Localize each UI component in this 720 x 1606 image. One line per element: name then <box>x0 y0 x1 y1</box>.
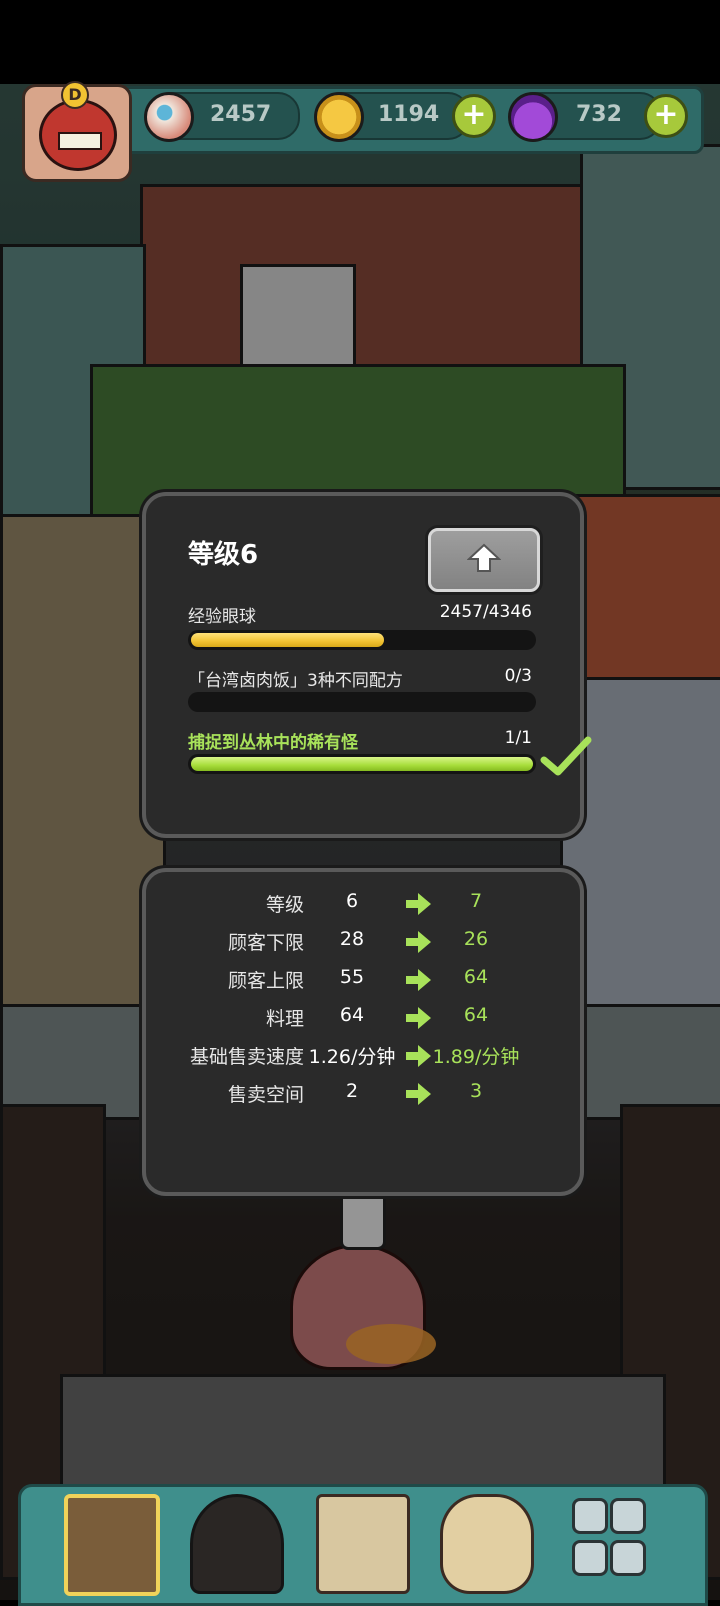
stat-current: 6 <box>345 890 359 912</box>
requirement-value-exp: 2457/4346 <box>439 602 532 622</box>
exp-progress-bar <box>188 630 536 650</box>
arrow-right-icon <box>406 931 431 953</box>
monster-avatar-icon <box>39 99 117 171</box>
stat-next: 64 <box>463 1004 489 1026</box>
add-potion-button[interactable]: + <box>644 94 688 138</box>
arrow-right-icon <box>406 1045 431 1067</box>
stat-name: 顾客下限 <box>227 932 304 954</box>
arrow-right-icon <box>406 1083 431 1105</box>
rank-badge: D <box>61 81 89 109</box>
arrow-right-icon <box>406 893 431 915</box>
level-title: 等级6 <box>188 540 259 570</box>
stat-row: 等级 6 7 <box>146 886 580 922</box>
coin-value: 1194 <box>378 102 440 127</box>
stat-name: 等级 <box>265 894 304 916</box>
requirement-value-rare-monster: 1/1 <box>504 728 532 748</box>
monster-icon[interactable] <box>190 1494 284 1594</box>
upload-arrow-icon <box>467 543 501 572</box>
stat-current: 2 <box>345 1080 359 1102</box>
stat-current: 64 <box>339 1004 365 1026</box>
stat-next: 3 <box>469 1080 483 1102</box>
potion-icon <box>508 92 558 142</box>
requirement-label-rare-monster: 捕捉到丛林中的稀有怪 <box>188 733 358 753</box>
coin-icon <box>314 92 364 142</box>
avatar-teeth <box>58 132 102 150</box>
money-bag-icon[interactable] <box>440 1494 534 1594</box>
player-avatar[interactable]: D <box>22 81 132 182</box>
requirement-label-recipes: 「台湾卤肉饭」3种不同配方 <box>188 671 403 691</box>
eyeball-counter: 2457 <box>144 92 300 142</box>
stat-row: 基础售卖速度 1.26/分钟 1.89/分钟 <box>146 1038 580 1074</box>
stat-row: 顾客上限 55 64 <box>146 962 580 998</box>
arrow-right-icon <box>406 1007 431 1029</box>
stat-name: 基础售卖速度 <box>189 1046 304 1068</box>
check-icon <box>540 736 592 776</box>
potion-counter: 732 <box>508 92 662 142</box>
potion-value: 732 <box>576 102 622 127</box>
stat-name: 顾客上限 <box>227 970 304 992</box>
coin-counter: 1194 <box>314 92 470 142</box>
requirement-label-exp: 经验眼球 <box>188 607 256 627</box>
monster-grid-icon[interactable] <box>566 1494 654 1588</box>
level-stats-panel: 等级 6 7 顾客下限 28 26 顾客上限 55 64 料理 64 64 基础… <box>142 868 584 1196</box>
arrow-right-icon <box>406 969 431 991</box>
game-scene <box>0 84 720 1600</box>
recipe-book-icon[interactable] <box>316 1494 410 1594</box>
stat-current: 1.26/分钟 <box>308 1046 396 1068</box>
add-coin-button[interactable]: + <box>452 94 496 138</box>
stat-next: 7 <box>469 890 483 912</box>
level-upgrade-panel: 等级6 经验眼球 2457/4346 「台湾卤肉饭」3种不同配方 0/3 捕捉到… <box>142 492 592 838</box>
eyeball-icon <box>144 92 194 142</box>
stat-current: 28 <box>339 928 365 950</box>
stat-row: 顾客下限 28 26 <box>146 924 580 960</box>
rare-monster-progress-bar <box>188 754 536 774</box>
stat-next: 1.89/分钟 <box>432 1046 520 1068</box>
stat-current: 55 <box>339 966 365 988</box>
eyeball-value: 2457 <box>210 102 272 127</box>
stat-row: 料理 64 64 <box>146 1000 580 1036</box>
recipes-progress-bar <box>188 692 536 712</box>
stat-name: 售卖空间 <box>227 1084 304 1106</box>
rare-monster-progress-fill <box>191 757 533 771</box>
requirement-value-recipes: 0/3 <box>504 666 532 686</box>
stat-next: 64 <box>463 966 489 988</box>
stat-name: 料理 <box>265 1008 304 1030</box>
stat-next: 26 <box>463 928 489 950</box>
shop-icon[interactable] <box>64 1494 160 1596</box>
stat-row: 售卖空间 2 3 <box>146 1076 580 1112</box>
status-bar <box>0 0 720 84</box>
exp-progress-fill <box>191 633 384 647</box>
upgrade-button[interactable] <box>428 528 540 592</box>
